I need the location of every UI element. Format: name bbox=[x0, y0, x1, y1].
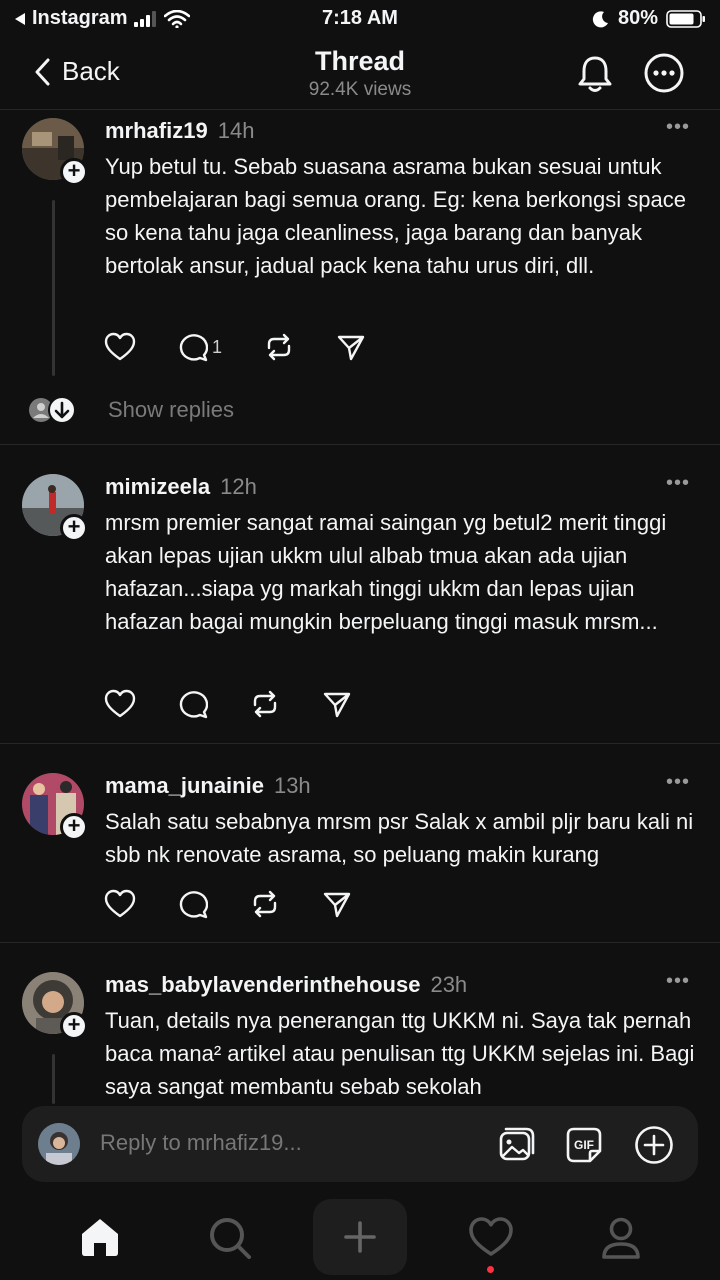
bottom-tab-bar bbox=[0, 1192, 720, 1280]
thread-line bbox=[52, 1054, 55, 1104]
tab-home[interactable] bbox=[78, 1216, 122, 1263]
gif-button[interactable]: GIF bbox=[564, 1125, 604, 1170]
avatar-photo bbox=[38, 1123, 80, 1165]
notification-dot bbox=[487, 1266, 494, 1273]
plus-icon bbox=[344, 1221, 376, 1253]
gif-icon: GIF bbox=[566, 1127, 602, 1163]
tab-activity[interactable] bbox=[468, 1216, 514, 1263]
thread-post: + mas_babylavenderinthehouse 23h ••• Tuan… bbox=[0, 0, 720, 1104]
post-more-button[interactable]: ••• bbox=[666, 970, 690, 993]
heart-icon bbox=[469, 1217, 513, 1256]
tab-profile[interactable] bbox=[600, 1216, 642, 1265]
home-icon bbox=[82, 1219, 118, 1256]
my-avatar bbox=[38, 1123, 80, 1165]
search-icon bbox=[210, 1218, 251, 1259]
image-icon bbox=[499, 1127, 535, 1161]
username[interactable]: mas_babylavenderinthehouse bbox=[105, 972, 420, 997]
post-time: 23h bbox=[430, 972, 468, 997]
post-username[interactable]: mas_babylavenderinthehouse 23h bbox=[105, 972, 467, 998]
post-text: Tuan, details nya penerangan ttg UKKM ni… bbox=[105, 1008, 695, 1099]
gif-label: GIF bbox=[574, 1138, 594, 1152]
reply-input[interactable] bbox=[100, 1130, 460, 1156]
tab-search[interactable] bbox=[208, 1216, 252, 1265]
follow-plus-button[interactable]: + bbox=[60, 1012, 88, 1040]
add-attachment-button[interactable] bbox=[634, 1125, 674, 1170]
reply-composer: GIF bbox=[22, 1106, 698, 1182]
tab-compose[interactable] bbox=[313, 1199, 407, 1275]
plus-circle-icon bbox=[635, 1126, 673, 1164]
profile-icon bbox=[602, 1217, 640, 1259]
attach-image-button[interactable] bbox=[496, 1125, 536, 1170]
